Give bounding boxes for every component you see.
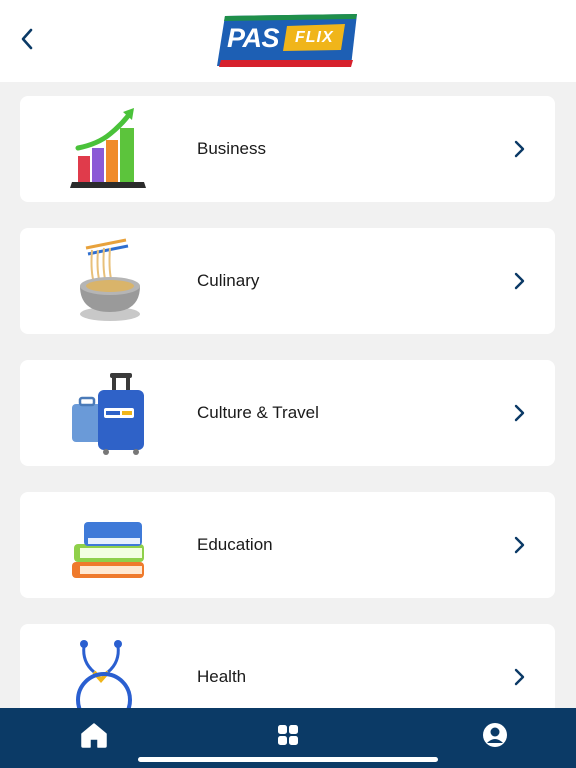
logo-flix-text: FLIX — [295, 29, 334, 46]
home-icon — [81, 723, 107, 748]
stethoscope-icon — [76, 640, 132, 708]
top-header: PAS FLIX — [0, 0, 576, 82]
chevron-right-icon — [514, 536, 525, 554]
home-indicator — [138, 757, 438, 762]
chevron-right-icon — [514, 668, 525, 686]
tab-categories[interactable] — [270, 720, 306, 750]
category-list: Business Culinary Culture & Travel Educa… — [20, 96, 555, 708]
pasflix-logo: PAS FLIX — [217, 14, 359, 68]
chevron-right-icon — [514, 140, 525, 158]
back-button[interactable] — [12, 24, 42, 54]
category-label-health: Health — [197, 667, 247, 686]
suitcase-icon — [72, 373, 144, 455]
chevron-right-icon — [514, 272, 525, 290]
noodle-bowl-icon — [80, 238, 140, 321]
category-card-health[interactable]: Health — [20, 624, 555, 708]
category-card-culinary[interactable]: Culinary — [20, 228, 555, 334]
category-card-education[interactable]: Education — [20, 492, 555, 598]
category-label-business: Business — [197, 139, 266, 158]
user-icon — [483, 723, 507, 747]
category-label-culinary: Culinary — [197, 271, 260, 290]
business-growth-chart-icon — [70, 108, 146, 188]
category-label-culture-travel: Culture & Travel — [197, 403, 319, 422]
tab-profile[interactable] — [477, 720, 513, 750]
category-card-business[interactable]: Business — [20, 96, 555, 202]
category-label-education: Education — [197, 535, 273, 554]
chevron-left-icon — [21, 28, 33, 50]
tab-home[interactable] — [76, 720, 112, 750]
book-stack-icon — [72, 522, 144, 578]
logo-pas-text: PAS — [227, 23, 280, 53]
category-card-culture-travel[interactable]: Culture & Travel — [20, 360, 555, 466]
chevron-right-icon — [514, 404, 525, 422]
grid-icon — [278, 725, 298, 745]
